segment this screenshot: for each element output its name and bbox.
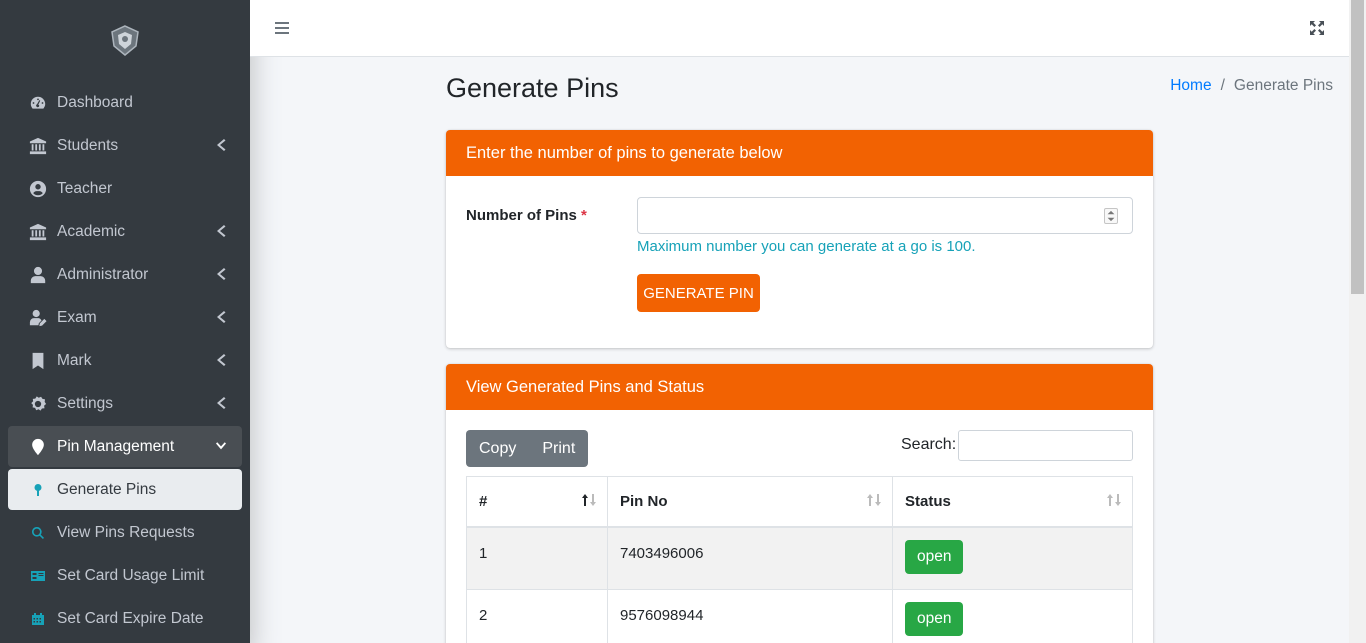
table-search-input[interactable] — [958, 430, 1133, 461]
sidebar-item-label: Students — [57, 136, 119, 154]
sidebar-item-label: Set Card Usage Limit — [57, 566, 205, 584]
sort-icon — [1107, 494, 1121, 506]
sidebar-item-academic[interactable]: Academic — [8, 211, 242, 252]
generate-pin-button[interactable]: GENERATE PIN — [637, 274, 760, 312]
status-cell: open — [892, 526, 1133, 590]
column-header-number[interactable]: # — [466, 476, 608, 528]
id-card-icon — [28, 566, 48, 586]
card-header: View Generated Pins and Status — [446, 364, 1153, 410]
table-row: 2 9576098944 open — [466, 589, 1133, 643]
spinner-arrows-icon — [1107, 210, 1115, 222]
chevron-left-icon — [216, 310, 228, 324]
row-number: 2 — [466, 589, 608, 643]
sidebar-item-administrator[interactable]: Administrator — [8, 254, 242, 295]
gear-icon — [28, 394, 48, 414]
map-marker-icon — [28, 437, 48, 457]
sidebar-item-label: Set Card Expire Date — [57, 609, 204, 627]
max-pins-hint: Maximum number you can generate at a go … — [637, 238, 976, 255]
sidebar-item-label: Academic — [57, 222, 126, 240]
pin-number: 9576098944 — [607, 589, 893, 643]
pin-icon — [28, 480, 48, 500]
chevron-down-icon — [216, 439, 228, 453]
sidebar-item-label: Teacher — [57, 179, 113, 197]
copy-button[interactable]: Copy — [466, 430, 530, 467]
chevron-left-icon — [216, 267, 228, 281]
card-header: Enter the number of pins to generate bel… — [446, 130, 1153, 176]
chevron-left-icon — [216, 396, 228, 410]
sidebar-item-label: View Pins Requests — [57, 523, 195, 541]
sidebar-item-label: Dashboard — [57, 93, 133, 111]
user-icon — [28, 265, 48, 285]
user-circle-icon — [28, 179, 48, 199]
sidebar-item-label: Generate Pins — [57, 480, 157, 498]
status-badge[interactable]: open — [905, 602, 964, 636]
sidebar-item-students[interactable]: Students — [8, 125, 242, 166]
label-text: Number of Pins — [466, 207, 577, 224]
number-of-pins-label: Number of Pins * — [466, 207, 587, 224]
sidebar-item-mark[interactable]: Mark — [8, 340, 242, 381]
breadcrumb: Home / Generate Pins — [1170, 77, 1333, 95]
status-cell: open — [892, 589, 1133, 643]
search-label: Search: — [901, 436, 957, 453]
sidebar: Dashboard Students Teacher Academic Admi… — [0, 0, 250, 643]
number-spinner[interactable] — [1104, 208, 1118, 224]
fullscreen-icon[interactable] — [1309, 20, 1325, 36]
column-label: Status — [905, 492, 951, 510]
number-of-pins-input[interactable] — [637, 197, 1133, 234]
institution-icon — [28, 136, 48, 156]
pin-number: 7403496006 — [607, 526, 893, 590]
sidebar-item-settings[interactable]: Settings — [8, 383, 242, 424]
bookmark-icon — [28, 351, 48, 371]
breadcrumb-separator: / — [1220, 77, 1225, 94]
print-button[interactable]: Print — [529, 430, 589, 467]
sort-asc-icon — [582, 494, 596, 506]
chevron-left-icon — [216, 138, 228, 152]
export-button-group: Copy Print — [466, 430, 589, 467]
generate-pins-card: Enter the number of pins to generate bel… — [446, 130, 1153, 348]
sort-icon — [867, 494, 881, 506]
chevron-left-icon — [216, 224, 228, 238]
generated-pins-card: View Generated Pins and Status Copy Prin… — [446, 364, 1153, 643]
sidebar-item-exam[interactable]: Exam — [8, 297, 242, 338]
sidebar-item-teacher[interactable]: Teacher — [8, 168, 242, 209]
top-navbar — [250, 0, 1349, 57]
row-number: 1 — [466, 526, 608, 590]
sidebar-item-label: Exam — [57, 308, 97, 326]
required-mark: * — [581, 207, 587, 224]
table-row: 1 7403496006 open — [466, 526, 1133, 590]
calendar-icon — [28, 609, 48, 629]
hamburger-menu-icon[interactable] — [274, 20, 290, 36]
column-label: Pin No — [620, 492, 668, 510]
sidebar-item-generate-pins[interactable]: Generate Pins — [8, 469, 242, 510]
column-header-status[interactable]: Status — [892, 476, 1133, 528]
status-badge[interactable]: open — [905, 539, 964, 574]
sidebar-nav: Dashboard Students Teacher Academic Admi… — [0, 82, 250, 639]
scrollbar-thumb[interactable] — [1351, 0, 1364, 294]
brand-logo[interactable] — [0, 0, 250, 82]
breadcrumb-home-link[interactable]: Home — [1170, 77, 1211, 95]
shield-logo-icon — [111, 25, 139, 56]
sidebar-item-label: Pin Management — [57, 437, 175, 455]
institution-icon — [28, 222, 48, 242]
column-header-pin-no[interactable]: Pin No — [607, 476, 893, 528]
sidebar-item-set-card-usage-limit[interactable]: Set Card Usage Limit — [8, 555, 242, 596]
chevron-left-icon — [216, 353, 228, 367]
dashboard-icon — [28, 93, 48, 113]
column-label: # — [479, 492, 488, 510]
sidebar-item-set-card-expire-date[interactable]: Set Card Expire Date — [8, 598, 242, 639]
page-scrollbar[interactable] — [1349, 0, 1366, 643]
sidebar-item-label: Administrator — [57, 265, 149, 283]
breadcrumb-current: Generate Pins — [1233, 77, 1333, 94]
sidebar-item-dashboard[interactable]: Dashboard — [8, 82, 242, 123]
user-edit-icon — [28, 308, 48, 328]
page-title: Generate Pins — [446, 73, 619, 103]
pins-table: # Pin No Status 1 7403496006 open 2 9576… — [466, 476, 1133, 643]
sidebar-item-pin-management[interactable]: Pin Management — [8, 426, 242, 467]
sidebar-item-label: Mark — [57, 351, 92, 369]
table-header-row: # Pin No Status — [466, 476, 1133, 528]
sidebar-item-label: Settings — [57, 394, 114, 412]
search-icon — [28, 523, 48, 543]
sidebar-item-view-pins-requests[interactable]: View Pins Requests — [8, 512, 242, 553]
